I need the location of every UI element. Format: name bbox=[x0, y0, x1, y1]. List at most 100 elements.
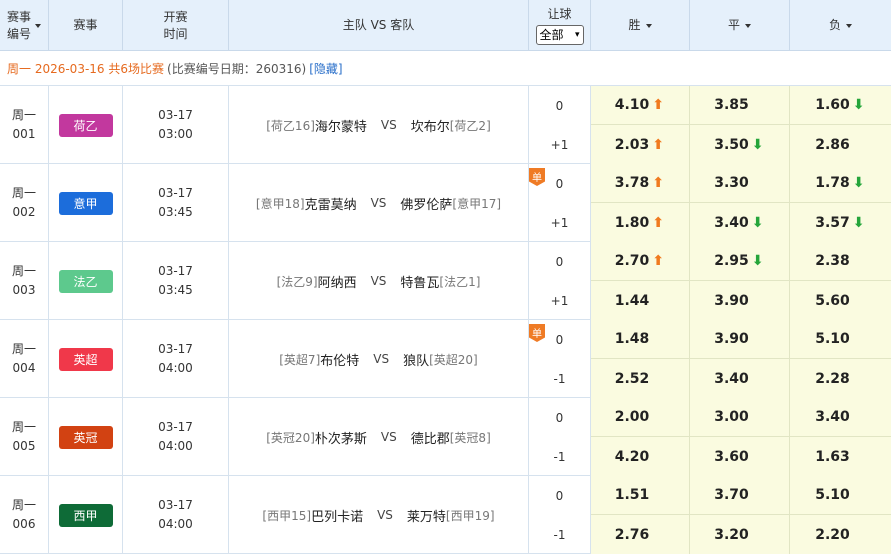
odds-win-cell[interactable]: 1.44 bbox=[591, 281, 690, 320]
away-rank: [意甲17] bbox=[452, 196, 502, 211]
odds-value: 1.51 bbox=[614, 487, 650, 503]
odds-lose-cell[interactable]: 5.10 bbox=[790, 476, 891, 515]
kickoff-time: 03-17 03:45 bbox=[123, 242, 229, 320]
odds-lose-cell[interactable]: 1.78 ⬇ bbox=[790, 164, 891, 203]
arrow-up-icon: ⬆ bbox=[652, 253, 665, 269]
odds-lose-cell[interactable]: 5.10 bbox=[790, 320, 891, 359]
odds-win-cell[interactable]: 1.51 bbox=[591, 476, 690, 515]
away-team[interactable]: 莱万特 bbox=[407, 506, 446, 525]
odds-draw-cell[interactable]: 3.70 bbox=[690, 476, 790, 515]
league-cell: 西甲 bbox=[49, 476, 123, 554]
league-badge[interactable]: 荷乙 bbox=[58, 113, 113, 137]
odds-win-cell[interactable]: 3.78 ⬆ bbox=[591, 164, 690, 203]
odds-draw-cell[interactable]: 3.20 bbox=[690, 515, 790, 554]
odds-value: 2.76 bbox=[614, 526, 650, 543]
odds-value: 2.95 bbox=[714, 253, 749, 269]
kickoff-clock: 03:00 bbox=[158, 127, 193, 141]
odds-value: 1.48 bbox=[614, 331, 650, 347]
draw-header[interactable]: 平 bbox=[690, 0, 790, 51]
odds-draw-cell[interactable]: 3.60 bbox=[690, 437, 790, 476]
handicap-cell: 0 -1 bbox=[529, 398, 591, 476]
home-team[interactable]: 海尔蒙特 bbox=[315, 116, 367, 135]
lose-header[interactable]: 负 bbox=[790, 0, 891, 51]
kickoff-date: 03-17 bbox=[158, 108, 193, 122]
odds-lose-cell[interactable]: 5.60 bbox=[790, 281, 891, 320]
league-badge[interactable]: 法乙 bbox=[58, 269, 113, 293]
odds-value: 2.03 bbox=[614, 136, 650, 153]
away-team[interactable]: 狼队 bbox=[403, 350, 429, 369]
away-team[interactable]: 德比郡 bbox=[411, 428, 450, 447]
odds-win-cell[interactable]: 2.76 bbox=[591, 515, 690, 554]
odds-draw-cell[interactable]: 3.40 ⬇ bbox=[690, 203, 790, 242]
odds-lose-cell[interactable]: 3.57 ⬇ bbox=[790, 203, 891, 242]
handicap-value: -1 bbox=[553, 449, 566, 464]
handicap-label: 让球 bbox=[547, 7, 572, 21]
match-number: 周一 003 bbox=[0, 242, 49, 320]
match-row: 周一 005 英冠 03-17 04:00 [英冠20] 朴次茅斯 VS 德比郡… bbox=[0, 398, 891, 476]
kickoff-clock: 04:00 bbox=[158, 361, 193, 375]
match-row: 周一 004 英超 03-17 04:00 [英超7] 布伦特 VS 狼队 [英… bbox=[0, 320, 891, 398]
handicap-select[interactable]: 全部 ▾ bbox=[535, 25, 584, 45]
vs-label: VS bbox=[370, 196, 387, 210]
teams-cell: [荷乙16] 海尔蒙特 VS 坎布尔 [荷乙2] bbox=[229, 86, 529, 164]
handicap-cell: 单 0 +1 bbox=[529, 164, 591, 242]
odds-block: 3.78 ⬆ 3.30 1.78 ⬇ 1.80 ⬆ 3.40 ⬇ 3.57 ⬇ bbox=[591, 164, 891, 242]
match-number: 周一 002 bbox=[0, 164, 49, 242]
date-code: (比赛编号日期：260316) bbox=[167, 61, 307, 76]
odds-lose-cell[interactable]: 2.28 bbox=[790, 359, 891, 398]
home-team[interactable]: 巴列卡诺 bbox=[311, 506, 363, 525]
odds-draw-cell[interactable]: 3.30 bbox=[690, 164, 790, 203]
time-label-2: 时间 bbox=[163, 26, 188, 41]
odds-draw-cell[interactable]: 3.90 bbox=[690, 320, 790, 359]
odds-draw-cell[interactable]: 3.85 bbox=[690, 86, 790, 125]
league-badge[interactable]: 英冠 bbox=[58, 425, 113, 449]
kickoff-clock: 03:45 bbox=[158, 205, 193, 219]
odds-lose-cell[interactable]: 1.60 ⬇ bbox=[790, 86, 891, 125]
odds-lose-cell[interactable]: 2.38 bbox=[790, 242, 891, 281]
hide-link[interactable]: [隐藏] bbox=[309, 60, 342, 77]
league-badge[interactable]: 西甲 bbox=[58, 503, 113, 527]
odds-draw-cell[interactable]: 2.95 ⬇ bbox=[690, 242, 790, 281]
league-badge[interactable]: 意甲 bbox=[58, 191, 113, 215]
win-label: 胜 bbox=[628, 18, 641, 32]
odds-lose-cell[interactable]: 1.63 bbox=[790, 437, 891, 476]
home-team[interactable]: 朴次茅斯 bbox=[315, 428, 367, 447]
away-team[interactable]: 坎布尔 bbox=[411, 116, 450, 135]
odds-draw-cell[interactable]: 3.50 ⬇ bbox=[690, 125, 790, 164]
odds-value: 3.40 bbox=[714, 370, 749, 387]
odds-win-cell[interactable]: 4.10 ⬆ bbox=[591, 86, 690, 125]
handicap-value: +1 bbox=[550, 215, 569, 230]
match-number: 周一 004 bbox=[0, 320, 49, 398]
odds-lose-cell[interactable]: 3.40 bbox=[790, 398, 891, 437]
away-team[interactable]: 佛罗伦萨 bbox=[400, 194, 452, 213]
odds-lose-cell[interactable]: 2.86 bbox=[790, 125, 891, 164]
odds-win-cell[interactable]: 2.52 bbox=[591, 359, 690, 398]
odds-draw-cell[interactable]: 3.00 bbox=[690, 398, 790, 437]
win-header[interactable]: 胜 bbox=[591, 0, 690, 51]
home-team[interactable]: 克雷莫纳 bbox=[305, 194, 357, 213]
odds-win-cell[interactable]: 2.03 ⬆ bbox=[591, 125, 690, 164]
odds-win-cell[interactable]: 2.00 bbox=[591, 398, 690, 437]
vs-label: VS bbox=[380, 430, 397, 444]
away-team[interactable]: 特鲁瓦 bbox=[400, 272, 439, 291]
odds-win-cell[interactable]: 4.20 bbox=[591, 437, 690, 476]
teams-header: 主队 VS 客队 bbox=[229, 0, 529, 51]
odds-value: 1.44 bbox=[614, 292, 650, 309]
home-team[interactable]: 布伦特 bbox=[320, 350, 359, 369]
home-team[interactable]: 阿纳西 bbox=[318, 272, 357, 291]
odds-draw-cell[interactable]: 3.40 bbox=[690, 359, 790, 398]
match-number: 周一 005 bbox=[0, 398, 49, 476]
odds-win-cell[interactable]: 2.70 ⬆ bbox=[591, 242, 690, 281]
odds-win-cell[interactable]: 1.48 bbox=[591, 320, 690, 359]
match-number-header[interactable]: 赛事 编号 bbox=[0, 0, 49, 51]
match-no: 003 bbox=[12, 283, 36, 297]
odds-value: 3.20 bbox=[714, 526, 749, 543]
arrow-up-icon: ⬆ bbox=[652, 136, 665, 153]
odds-value: 2.38 bbox=[815, 253, 850, 269]
league-badge[interactable]: 英超 bbox=[58, 347, 113, 371]
odds-draw-cell[interactable]: 3.90 bbox=[690, 281, 790, 320]
odds-lose-cell[interactable]: 2.20 bbox=[790, 515, 891, 554]
home-rank: [英冠20] bbox=[266, 430, 315, 445]
odds-win-cell[interactable]: 1.80 ⬆ bbox=[591, 203, 690, 242]
arrow-up-icon: ⬆ bbox=[652, 214, 665, 231]
